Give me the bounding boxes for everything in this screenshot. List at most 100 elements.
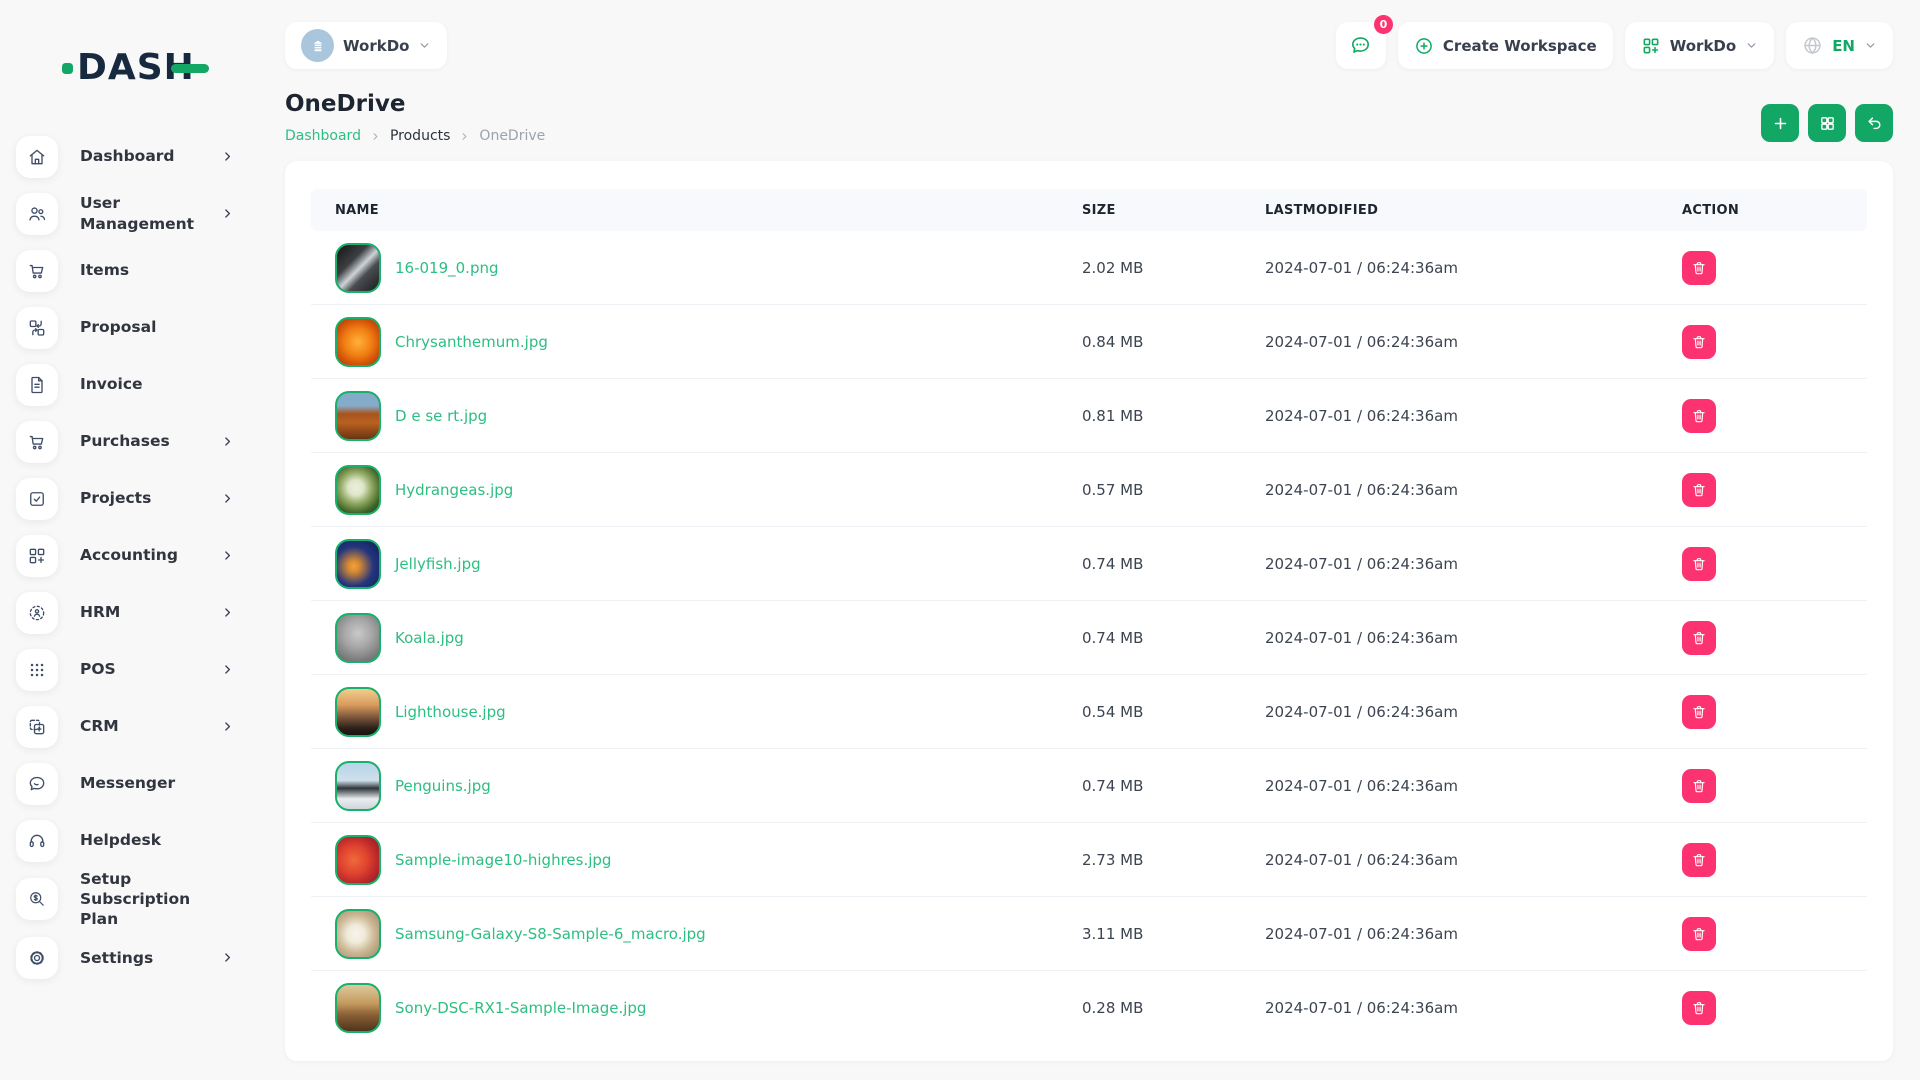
workspace-switcher[interactable]: WorkDo — [285, 22, 447, 69]
file-thumbnail[interactable] — [335, 391, 381, 441]
delete-button[interactable] — [1682, 473, 1716, 507]
file-modified: 2024-07-01 / 06:24:36am — [1265, 259, 1682, 277]
file-link[interactable]: Koala.jpg — [395, 629, 464, 647]
dots-grid-icon — [16, 649, 58, 691]
sidebar-item-label: Proposal — [80, 317, 214, 337]
file-link[interactable]: 16-019_0.png — [395, 259, 499, 277]
table-row: Sample-image10-highres.jpg2.73 MB2024-07… — [311, 823, 1867, 897]
delete-button[interactable] — [1682, 547, 1716, 581]
files-card: NAME SIZE LASTMODIFIED ACTION 16-019_0.p… — [285, 161, 1893, 1061]
delete-button[interactable] — [1682, 325, 1716, 359]
sidebar-item-messenger[interactable]: Messenger — [16, 755, 260, 812]
file-link[interactable]: Penguins.jpg — [395, 777, 491, 795]
breadcrumb-dashboard[interactable]: Dashboard — [285, 128, 361, 144]
delete-button[interactable] — [1682, 769, 1716, 803]
sidebar-item-hrm[interactable]: HRM — [16, 584, 260, 641]
add-file-button[interactable] — [1761, 104, 1799, 142]
sidebar-item-helpdesk[interactable]: Helpdesk — [16, 812, 260, 869]
undo-icon — [1866, 115, 1883, 132]
trash-icon — [1691, 630, 1707, 646]
create-workspace-button[interactable]: Create Workspace — [1398, 22, 1613, 69]
sidebar-item-label: Setup Subscription Plan — [80, 869, 214, 929]
grid-plus-icon — [1641, 36, 1661, 56]
file-thumbnail[interactable] — [335, 317, 381, 367]
file-thumbnail[interactable] — [335, 983, 381, 1033]
app-menu-button[interactable]: WorkDo — [1625, 22, 1774, 69]
table-body: 16-019_0.png2.02 MB2024-07-01 / 06:24:36… — [311, 231, 1867, 1045]
file-thumbnail[interactable] — [335, 613, 381, 663]
table-row: Hydrangeas.jpg0.57 MB2024-07-01 / 06:24:… — [311, 453, 1867, 527]
file-thumbnail[interactable] — [335, 687, 381, 737]
sidebar-item-invoice[interactable]: Invoice — [16, 356, 260, 413]
file-modified: 2024-07-01 / 06:24:36am — [1265, 703, 1682, 721]
chevron-right-icon — [221, 720, 234, 733]
file-modified: 2024-07-01 / 06:24:36am — [1265, 555, 1682, 573]
file-size: 0.28 MB — [1082, 999, 1265, 1017]
delete-button[interactable] — [1682, 991, 1716, 1025]
sidebar-item-setup-subscription-plan[interactable]: Setup Subscription Plan — [16, 869, 260, 929]
sidebar-item-crm[interactable]: CRM — [16, 698, 260, 755]
overlap-squares-icon — [16, 706, 58, 748]
chevron-right-icon — [221, 150, 234, 163]
chevron-right-icon — [459, 131, 470, 142]
swap-icon — [16, 307, 58, 349]
table-row: Jellyfish.jpg 0.74 MB2024-07-01 / 06:24:3… — [311, 527, 1867, 601]
trash-icon — [1691, 778, 1707, 794]
table-row: Lighthouse.jpg0.54 MB2024-07-01 / 06:24:… — [311, 675, 1867, 749]
trash-icon — [1691, 852, 1707, 868]
cart-icon — [16, 250, 58, 292]
delete-button[interactable] — [1682, 843, 1716, 877]
delete-button[interactable] — [1682, 621, 1716, 655]
delete-button[interactable] — [1682, 917, 1716, 951]
table-row: Koala.jpg0.74 MB2024-07-01 / 06:24:36am — [311, 601, 1867, 675]
search-dollar-icon — [16, 878, 58, 920]
file-link[interactable]: Hydrangeas.jpg — [395, 481, 513, 499]
delete-button[interactable] — [1682, 695, 1716, 729]
sidebar-item-purchases[interactable]: Purchases — [16, 413, 260, 470]
file-link[interactable]: D e se rt.jpg — [395, 407, 487, 425]
building-icon — [309, 37, 327, 55]
sidebar-item-accounting[interactable]: Accounting — [16, 527, 260, 584]
file-thumbnail[interactable] — [335, 243, 381, 293]
column-name: NAME — [335, 203, 1082, 218]
chevron-right-icon — [221, 549, 234, 562]
file-link[interactable]: Lighthouse.jpg — [395, 703, 506, 721]
sidebar-item-projects[interactable]: Projects — [16, 470, 260, 527]
page-actions — [1761, 104, 1893, 142]
main-area: WorkDo 0 Create Workspace WorkDo — [260, 0, 1920, 1061]
file-thumbnail[interactable] — [335, 539, 381, 589]
breadcrumb-products[interactable]: Products — [390, 128, 450, 144]
sidebar-item-label: Projects — [80, 488, 214, 508]
file-thumbnail[interactable] — [335, 835, 381, 885]
file-link[interactable]: Sample-image10-highres.jpg — [395, 851, 611, 869]
file-link[interactable]: Chrysanthemum.jpg — [395, 333, 548, 351]
plus-circle-icon — [1414, 36, 1434, 56]
file-link[interactable]: Jellyfish.jpg — [395, 555, 481, 573]
chevron-right-icon — [221, 207, 234, 220]
chevron-right-icon — [370, 131, 381, 142]
users-icon — [16, 193, 58, 235]
sidebar-item-settings[interactable]: Settings — [16, 929, 260, 986]
sidebar-item-user-management[interactable]: User Management — [16, 185, 260, 242]
file-thumbnail[interactable] — [335, 909, 381, 959]
chevron-right-icon — [221, 951, 234, 964]
grid-view-button[interactable] — [1808, 104, 1846, 142]
sidebar-item-pos[interactable]: POS — [16, 641, 260, 698]
sidebar-item-dashboard[interactable]: Dashboard — [16, 128, 260, 185]
language-selector[interactable]: EN — [1786, 22, 1893, 69]
back-button[interactable] — [1855, 104, 1893, 142]
file-thumbnail[interactable] — [335, 465, 381, 515]
file-link[interactable]: Samsung-Galaxy-S8-Sample-6_macro.jpg — [395, 925, 706, 943]
messenger-button[interactable]: 0 — [1336, 22, 1386, 69]
delete-button[interactable] — [1682, 251, 1716, 285]
file-size: 0.57 MB — [1082, 481, 1265, 499]
file-thumbnail[interactable] — [335, 761, 381, 811]
file-modified: 2024-07-01 / 06:24:36am — [1265, 629, 1682, 647]
sidebar-item-items[interactable]: Items — [16, 242, 260, 299]
file-size: 0.74 MB — [1082, 555, 1265, 573]
file-link[interactable]: Sony-DSC-RX1-Sample-Image.jpg — [395, 999, 646, 1017]
delete-button[interactable] — [1682, 399, 1716, 433]
dash-logo: DASH — [62, 50, 260, 86]
sidebar-item-proposal[interactable]: Proposal — [16, 299, 260, 356]
trash-icon — [1691, 260, 1707, 276]
